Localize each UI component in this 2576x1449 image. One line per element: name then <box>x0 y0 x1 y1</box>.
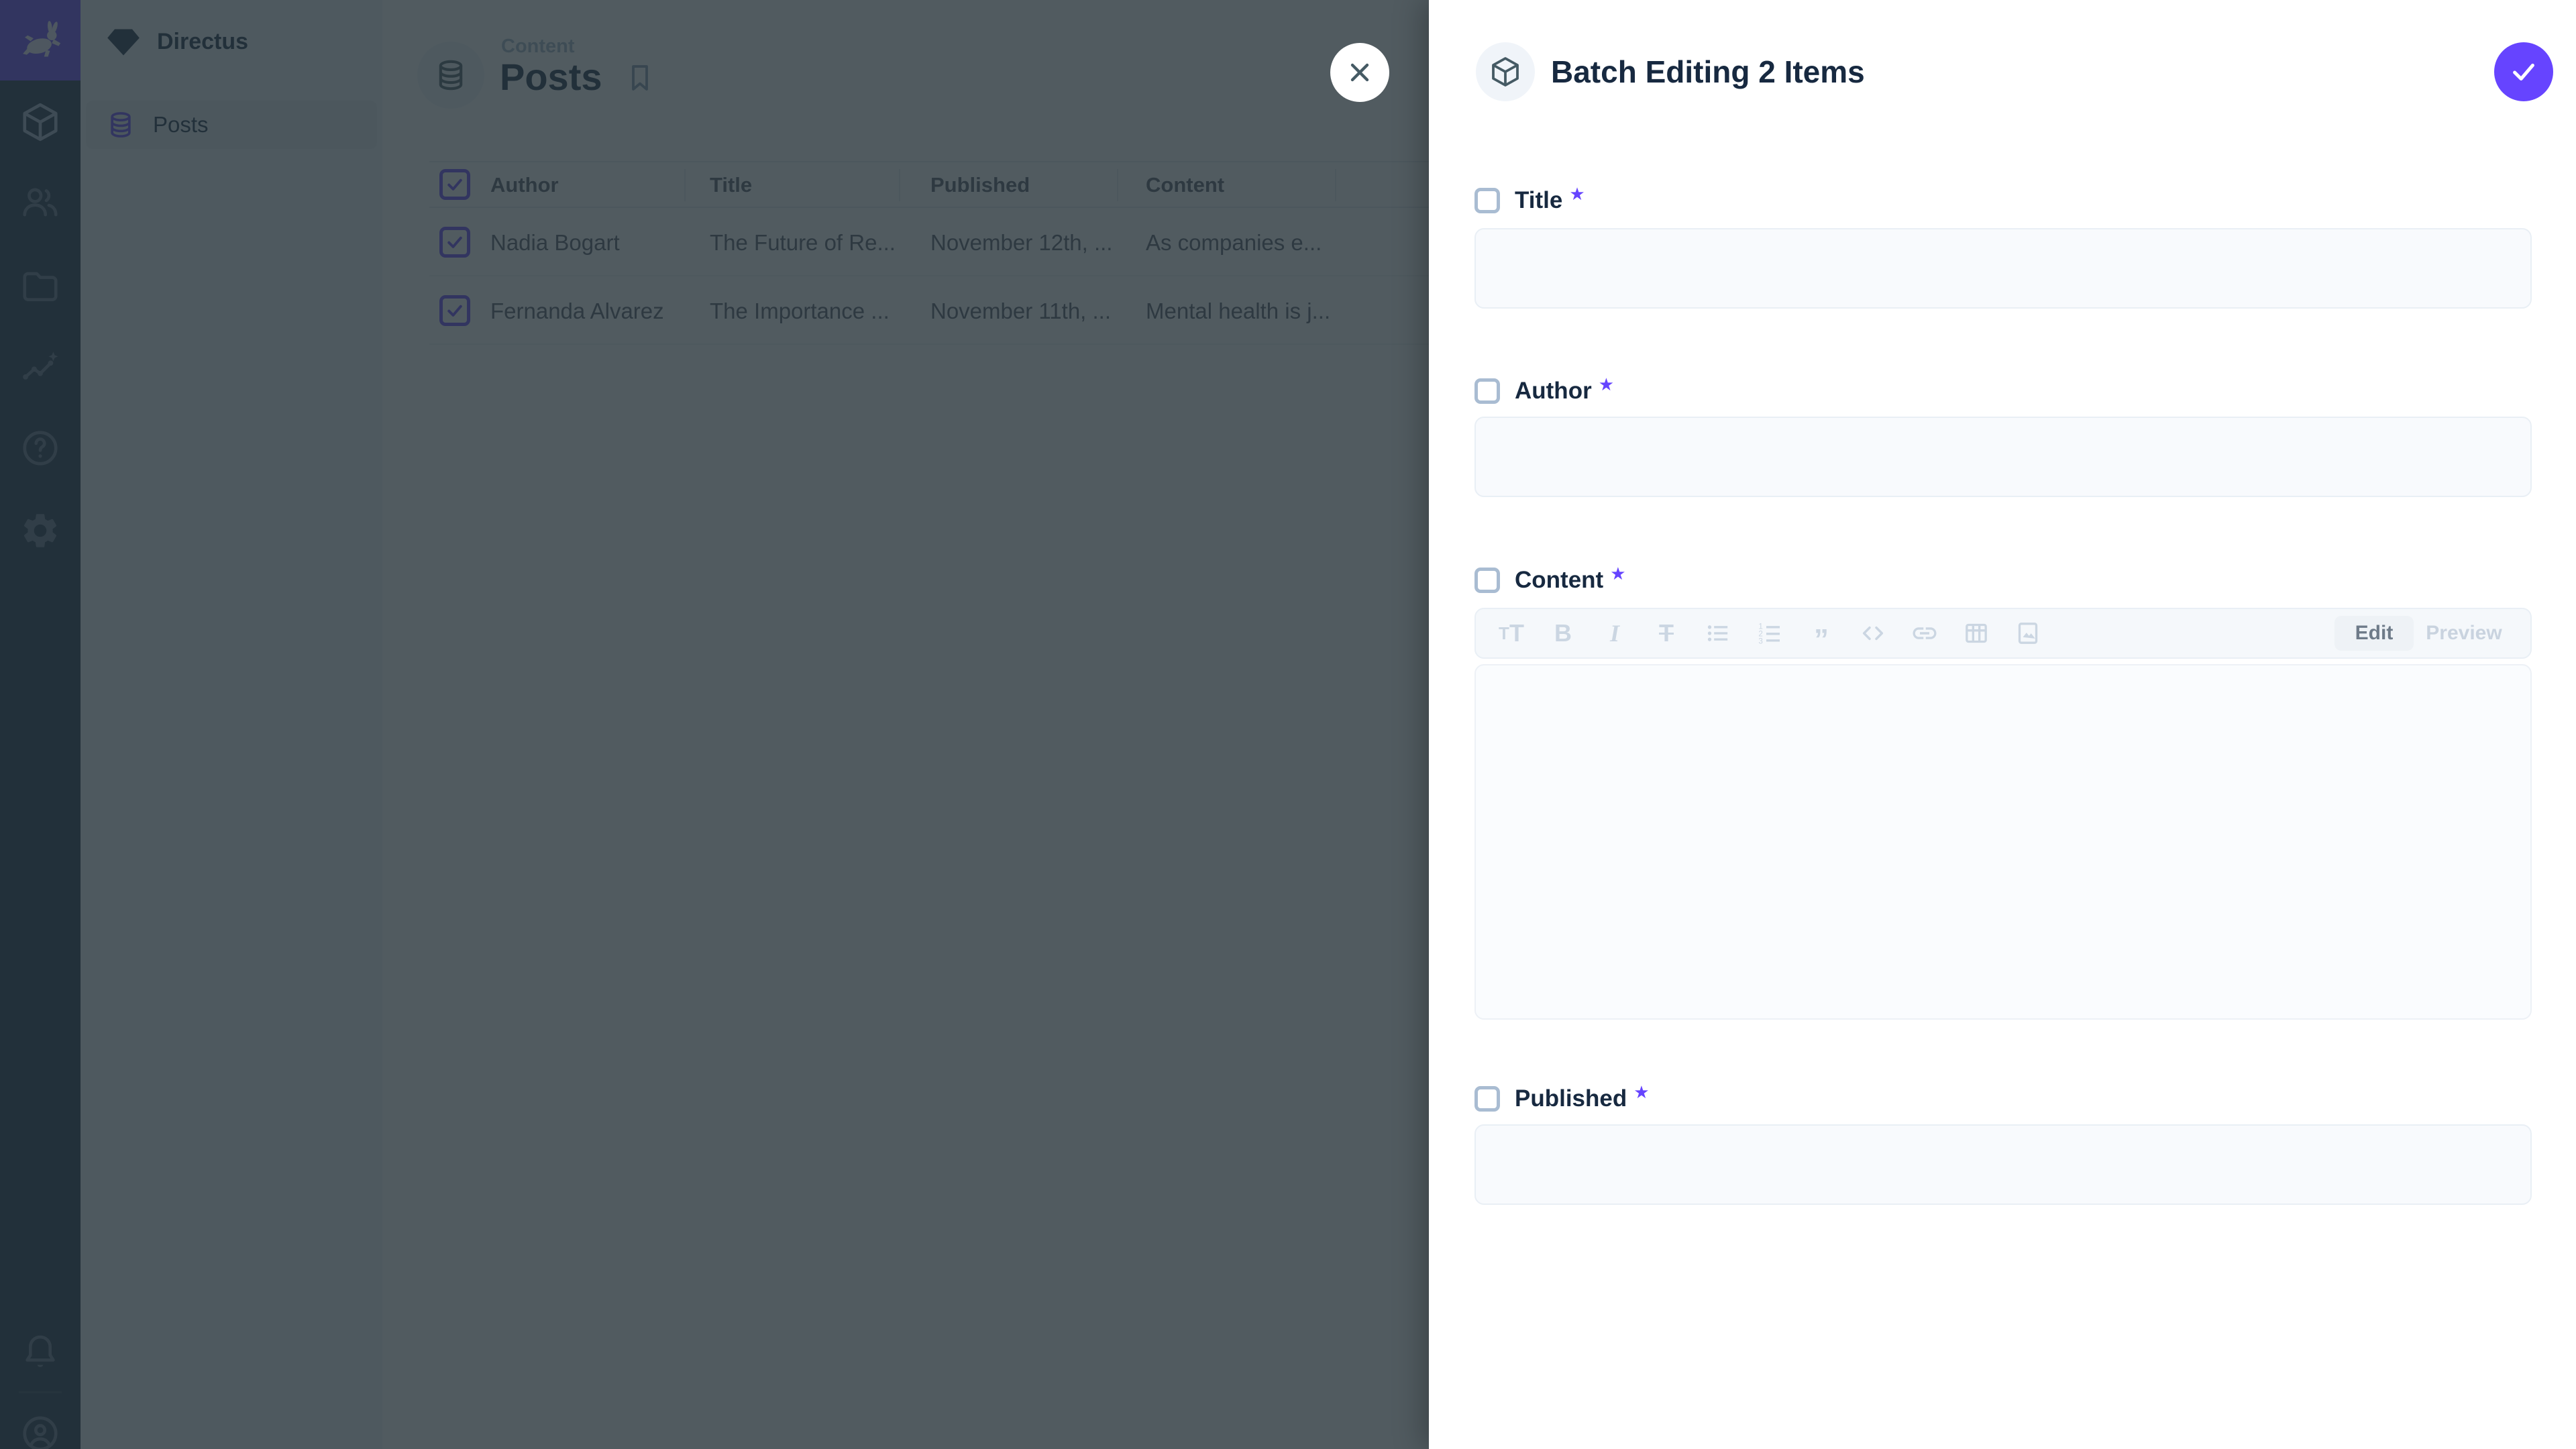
strikethrough-icon[interactable]: T <box>1647 614 1686 652</box>
numbered-list-icon[interactable]: 1 2 3 <box>1750 614 1789 652</box>
author-input[interactable] <box>1474 417 2532 497</box>
field-published-header: Published ★ <box>1474 1085 1650 1112</box>
field-label: Author <box>1515 378 1592 405</box>
field-label: Title <box>1515 187 1562 214</box>
bold-icon[interactable]: B <box>1544 614 1582 652</box>
blockquote-icon[interactable]: ” <box>1802 614 1841 652</box>
tab-edit[interactable]: Edit <box>2334 616 2414 651</box>
required-star-icon: ★ <box>1610 564 1625 584</box>
table-icon[interactable] <box>1957 614 1996 652</box>
drawer-close-button[interactable] <box>1330 43 1389 102</box>
svg-text:3: 3 <box>1758 637 1762 646</box>
drawer-title: Batch Editing 2 Items <box>1551 54 1865 90</box>
title-input[interactable] <box>1474 228 2532 309</box>
tab-preview[interactable]: Preview <box>2414 616 2514 651</box>
required-star-icon: ★ <box>1633 1082 1649 1103</box>
field-content-header: Content ★ <box>1474 567 1626 594</box>
close-icon <box>1345 58 1375 87</box>
markdown-toolbar: TT B I T 1 2 3 ” <box>1474 608 2532 659</box>
field-author-header: Author ★ <box>1474 378 1614 405</box>
batch-edit-drawer: Batch Editing 2 Items Title ★ Author ★ C… <box>1429 0 2576 1449</box>
field-title-header: Title ★ <box>1474 187 1585 214</box>
field-title-batch-checkbox[interactable] <box>1474 188 1500 213</box>
italic-icon[interactable]: I <box>1595 614 1634 652</box>
drawer-header-icon-button <box>1476 42 1535 101</box>
link-icon[interactable] <box>1905 614 1944 652</box>
field-published-batch-checkbox[interactable] <box>1474 1086 1500 1112</box>
save-button[interactable] <box>2494 42 2553 101</box>
field-author-batch-checkbox[interactable] <box>1474 378 1500 404</box>
published-input[interactable] <box>1474 1124 2532 1205</box>
field-label: Published <box>1515 1085 1627 1112</box>
bulleted-list-icon[interactable] <box>1699 614 1737 652</box>
field-content-batch-checkbox[interactable] <box>1474 568 1500 593</box>
check-icon <box>2508 56 2539 87</box>
field-label: Content <box>1515 567 1603 594</box>
image-icon[interactable] <box>2008 614 2047 652</box>
required-star-icon: ★ <box>1599 374 1614 395</box>
cube-icon <box>1489 56 1521 88</box>
required-star-icon: ★ <box>1569 184 1585 205</box>
directus-app: Directus Posts Content Posts <box>0 0 2576 1449</box>
format-size-icon[interactable]: TT <box>1492 614 1531 652</box>
code-icon[interactable] <box>1854 614 1892 652</box>
content-editor-textarea[interactable] <box>1474 664 2532 1020</box>
